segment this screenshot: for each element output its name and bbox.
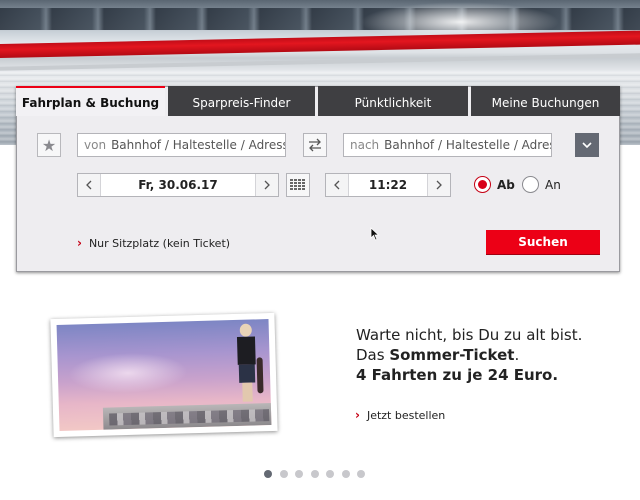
radio-arrival[interactable]: An xyxy=(522,176,561,193)
promo-line-3-bold: 4 Fahrten zu je 24 Euro. xyxy=(356,366,559,384)
promo-line-2-bold: Sommer-Ticket xyxy=(389,346,515,364)
chevron-right-icon xyxy=(264,180,270,190)
chevron-down-icon xyxy=(582,141,592,148)
promo-line-3: 4 Fahrten zu je 24 Euro. xyxy=(356,365,582,385)
carousel-dot[interactable] xyxy=(310,470,319,478)
booking-tabs: Fahrplan & Buchung Sparpreis-Finder Pünk… xyxy=(16,86,620,116)
chevron-right-icon: › xyxy=(355,408,360,422)
skateboarder-figure xyxy=(235,323,264,402)
date-value[interactable]: Fr, 30.06.17 xyxy=(100,174,256,196)
time-value[interactable]: 11:22 xyxy=(348,174,428,196)
chevron-right-icon: › xyxy=(77,236,82,250)
promo-line-2-suffix: . xyxy=(514,346,520,364)
order-now-label: Jetzt bestellen xyxy=(366,408,446,422)
carousel-dot[interactable] xyxy=(264,470,272,478)
date-stepper[interactable]: Fr, 30.06.17 xyxy=(77,173,279,197)
radio-ab-label: Ab xyxy=(497,177,515,192)
time-stepper[interactable]: 11:22 xyxy=(325,173,451,197)
carousel-dot[interactable] xyxy=(357,470,365,478)
more-options-button[interactable] xyxy=(575,133,599,157)
chevron-left-icon xyxy=(86,180,92,190)
chevron-right-icon xyxy=(436,180,442,190)
carousel-dot[interactable] xyxy=(279,470,288,478)
train-red-stripe xyxy=(0,30,640,58)
promo-line-1: Warte nicht, bis Du zu alt bist. xyxy=(356,326,583,344)
order-now-link[interactable]: › Jetzt bestellen xyxy=(355,408,445,422)
promo-line-2: Das Sommer-Ticket. xyxy=(356,345,582,365)
date-next-button[interactable] xyxy=(256,174,278,196)
from-field[interactable]: von Bahnhof / Haltestelle / Adresse xyxy=(77,133,286,157)
from-prefix: von xyxy=(84,138,107,152)
tab-meine-buchungen[interactable]: Meine Buchungen xyxy=(471,86,620,116)
calendar-button[interactable] xyxy=(286,173,310,197)
promo-text: Warte nicht, bis Du zu alt bist. Das Som… xyxy=(356,325,582,385)
carousel-dot[interactable] xyxy=(295,470,303,478)
calendar-icon xyxy=(290,179,305,190)
radio-departure[interactable]: Ab xyxy=(474,176,515,193)
to-field[interactable]: nach Bahnhof / Haltestelle / Adresse xyxy=(343,133,552,157)
carousel-dot[interactable] xyxy=(341,470,350,478)
tab-sparpreis-finder[interactable]: Sparpreis-Finder xyxy=(168,86,315,116)
from-placeholder: Bahnhof / Haltestelle / Adresse xyxy=(111,138,286,152)
chevron-left-icon xyxy=(334,180,340,190)
to-prefix: nach xyxy=(350,138,380,152)
seat-only-label: Nur Sitzplatz (kein Ticket) xyxy=(88,236,231,250)
radio-an-circle[interactable] xyxy=(522,176,539,193)
swap-stations-button[interactable] xyxy=(303,133,327,157)
promo-image[interactable] xyxy=(50,312,278,438)
star-icon: ★ xyxy=(41,135,57,155)
seat-only-link[interactable]: › Nur Sitzplatz (kein Ticket) xyxy=(77,236,230,250)
mouse-cursor-icon xyxy=(370,227,380,241)
search-button[interactable]: Suchen xyxy=(486,230,600,254)
time-previous-button[interactable] xyxy=(326,174,348,196)
time-next-button[interactable] xyxy=(428,174,450,196)
date-previous-button[interactable] xyxy=(78,174,100,196)
tab-puenktlichkeit[interactable]: Pünktlichkeit xyxy=(318,86,468,116)
radio-ab-circle[interactable] xyxy=(474,176,491,193)
promo-line-2-prefix: Das xyxy=(356,346,390,364)
carousel-dot[interactable] xyxy=(326,470,334,478)
tab-fahrplan-buchung[interactable]: Fahrplan & Buchung xyxy=(16,86,165,116)
swap-icon xyxy=(309,138,321,152)
carousel-dots xyxy=(264,470,373,478)
favorites-button[interactable]: ★ xyxy=(37,133,61,157)
promo-photo xyxy=(56,319,272,431)
to-placeholder: Bahnhof / Haltestelle / Adresse xyxy=(384,138,552,152)
radio-an-label: An xyxy=(545,177,561,192)
